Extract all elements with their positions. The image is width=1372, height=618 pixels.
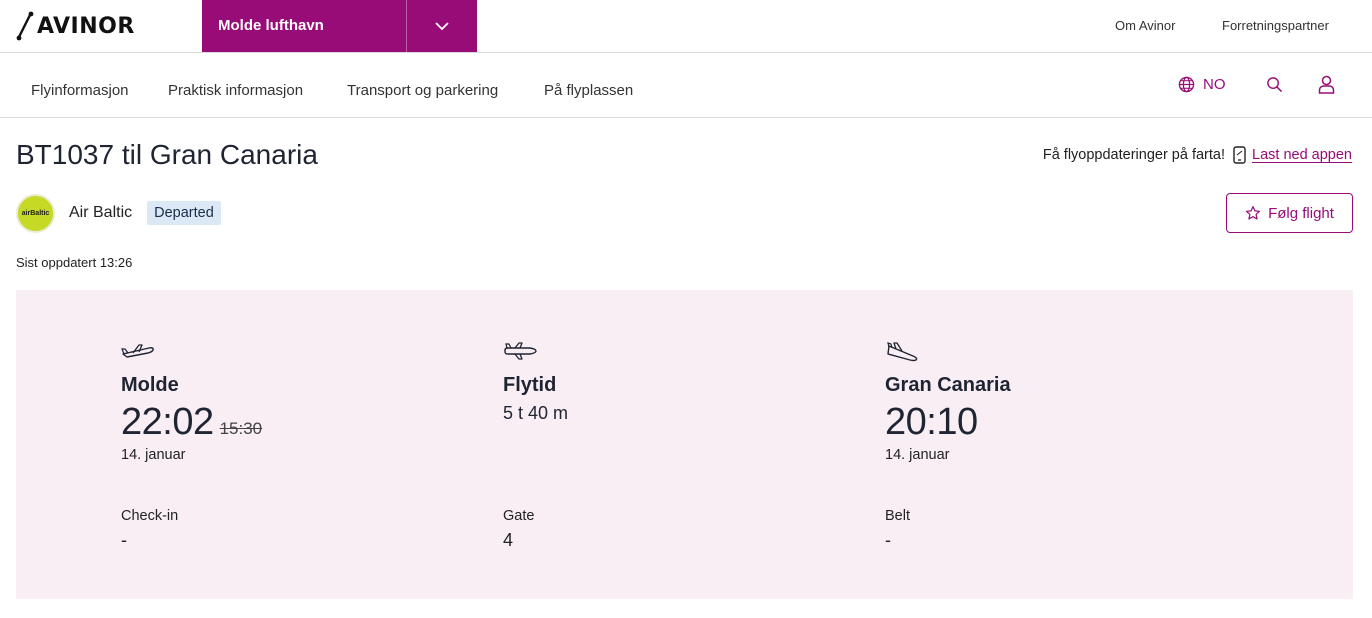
search-button[interactable] — [1266, 76, 1283, 98]
arrival-column: Gran Canaria 20:10 14. januar Belt - — [885, 290, 1245, 599]
departure-scheduled-time: 15:30 — [219, 419, 263, 438]
nav-flyinformasjon[interactable]: Flyinformasjon — [31, 82, 129, 99]
main-navigation: Flyinformasjon Praktisk informasjon Tran… — [0, 53, 1372, 118]
om-avinor-link[interactable]: Om Avinor — [1115, 18, 1175, 33]
plane-landing-icon — [887, 342, 918, 362]
chevron-down-icon — [435, 21, 449, 30]
checkin-label: Check-in — [121, 508, 179, 524]
app-promo-text: Få flyoppdateringer på farta! — [1042, 147, 1226, 163]
follow-flight-label: Følg flight — [1268, 204, 1334, 222]
follow-flight-button[interactable]: Følg flight — [1226, 193, 1353, 233]
app-promo: Få flyoppdateringer på farta! Last ned a… — [1043, 146, 1352, 164]
nav-pa-flyplassen[interactable]: På flyplassen — [544, 82, 633, 99]
departure-time-row: 22:02 15:30 — [121, 401, 262, 444]
airline-name: Air Baltic — [69, 204, 133, 221]
airline-logo: airBaltic — [16, 193, 55, 233]
plane-icon — [504, 342, 537, 360]
airline-row: airBaltic Air Baltic Departed — [16, 193, 221, 233]
departure-column: Molde 22:02 15:30 14. januar Check-in - — [121, 290, 481, 599]
arrival-place: Gran Canaria — [885, 374, 1011, 396]
duration-value: 5 t 40 m — [503, 403, 569, 423]
gate-value: 4 — [503, 530, 514, 550]
user-button[interactable] — [1318, 75, 1335, 99]
search-icon — [1267, 77, 1282, 92]
last-updated: Sist oppdatert 13:26 — [16, 255, 133, 270]
airport-selector-toggle[interactable] — [406, 0, 477, 52]
airport-selector-value[interactable]: Molde lufthavn — [202, 0, 406, 52]
belt-value: - — [885, 530, 891, 550]
flight-details-panel: Molde 22:02 15:30 14. januar Check-in - F… — [16, 290, 1353, 599]
duration-column: Flytid 5 t 40 m Gate 4 — [503, 290, 863, 599]
globe-icon — [1178, 76, 1195, 93]
avinor-logo[interactable]: AVINOR — [16, 10, 135, 42]
departure-place: Molde — [121, 374, 179, 396]
departure-date: 14. januar — [121, 447, 186, 463]
page-title: BT1037 til Gran Canaria — [16, 139, 318, 170]
star-icon — [1245, 206, 1261, 220]
arrival-time: 20:10 — [885, 401, 978, 443]
nav-transport-og-parkering[interactable]: Transport og parkering — [347, 82, 498, 99]
airport-selector[interactable]: Molde lufthavn — [202, 0, 477, 52]
plane-takeoff-icon — [121, 344, 154, 358]
checkin-value: - — [121, 530, 127, 550]
airline-logo-text: airBaltic — [21, 209, 50, 217]
language-label: NO — [1203, 76, 1226, 93]
avinor-logo-icon — [16, 11, 34, 41]
status-badge: Departed — [147, 201, 221, 225]
gate-label: Gate — [503, 508, 535, 524]
belt-label: Belt — [885, 508, 910, 524]
phone-icon — [1233, 146, 1246, 164]
nav-praktisk-informasjon[interactable]: Praktisk informasjon — [168, 82, 303, 99]
download-app-link[interactable]: Last ned appen — [1252, 147, 1352, 163]
departure-time: 22:02 — [121, 401, 214, 443]
arrival-date: 14. januar — [885, 447, 950, 463]
logo-text: AVINOR — [37, 13, 135, 39]
language-selector[interactable]: NO — [1178, 76, 1226, 93]
top-bar: AVINOR Molde lufthavn Om Avinor Forretni… — [0, 0, 1372, 53]
user-icon — [1318, 75, 1335, 94]
forretningspartner-link[interactable]: Forretningspartner — [1222, 18, 1329, 33]
duration-heading: Flytid — [503, 374, 557, 396]
